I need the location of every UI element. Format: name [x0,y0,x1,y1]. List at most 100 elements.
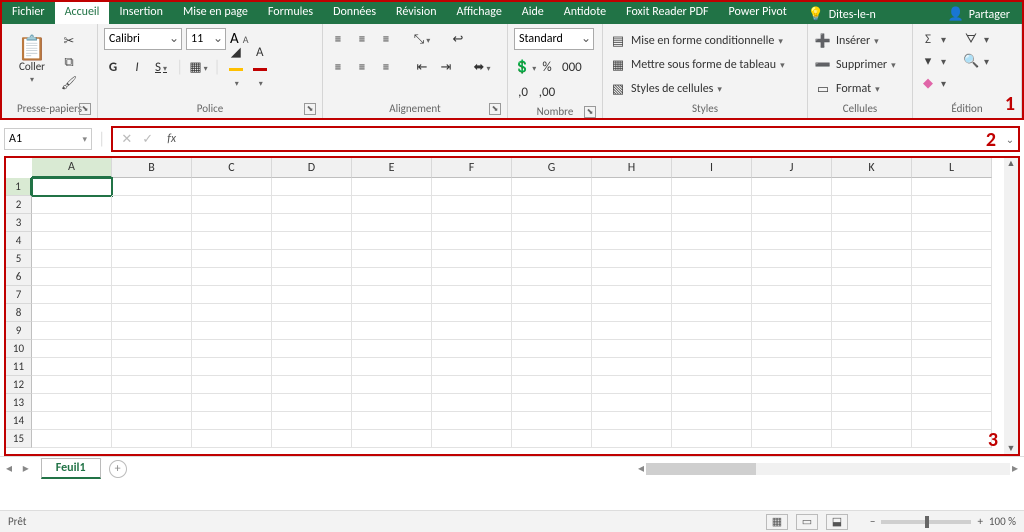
cell-C9[interactable] [192,322,272,340]
cell-L10[interactable] [912,340,992,358]
font-size-select[interactable]: 11 [186,28,226,50]
cell-I5[interactable] [672,250,752,268]
column-header-B[interactable]: B [112,158,192,178]
cell-E7[interactable] [352,286,432,304]
row-header-1[interactable]: 1 [6,178,32,196]
orientation-button[interactable]: ⤡ [413,32,431,47]
tab-view[interactable]: Affichage [447,2,512,24]
cell-A13[interactable] [32,394,112,412]
number-format-select[interactable]: Standard [514,28,594,50]
cell-I9[interactable] [672,322,752,340]
align-left-button[interactable]: ≡ [329,60,347,75]
zoom-control[interactable]: − + 100 % [870,515,1016,528]
conditional-formatting-button[interactable]: ▤ Mise en forme conditionnelle▾ [609,30,783,52]
formula-input[interactable] [176,128,1002,150]
cell-E4[interactable] [352,232,432,250]
decrease-decimal-button[interactable]: ,00 [538,85,556,100]
borders-button[interactable]: ▦ [189,60,207,75]
cell-A14[interactable] [32,412,112,430]
cell-F5[interactable] [432,250,512,268]
wrap-text-button[interactable]: ↩ [449,32,467,47]
vertical-scrollbar[interactable]: ▲▼ [1004,158,1018,454]
cell-B9[interactable] [112,322,192,340]
cell-D13[interactable] [272,394,352,412]
expand-formula-bar-button[interactable]: ⌄ [1002,133,1018,146]
cell-A5[interactable] [32,250,112,268]
delete-cells-button[interactable]: ➖ Supprimer▾ [814,54,896,76]
cell-H5[interactable] [592,250,672,268]
font-launcher[interactable]: ⬊ [304,103,316,115]
cell-A7[interactable] [32,286,112,304]
insert-function-button[interactable]: fx [167,132,176,146]
format-cells-button[interactable]: ▭ Format▾ [814,78,880,100]
cell-I14[interactable] [672,412,752,430]
increase-decimal-button[interactable]: ,0 [514,85,532,100]
row-header-3[interactable]: 3 [6,214,32,232]
cell-F12[interactable] [432,376,512,394]
cell-K4[interactable] [832,232,912,250]
cell-E10[interactable] [352,340,432,358]
cell-D1[interactable] [272,178,352,196]
cell-B15[interactable] [112,430,192,448]
cell-B2[interactable] [112,196,192,214]
cell-K12[interactable] [832,376,912,394]
tab-antidote[interactable]: Antidote [554,2,616,24]
column-header-L[interactable]: L [912,158,992,178]
cell-E8[interactable] [352,304,432,322]
cell-C11[interactable] [192,358,272,376]
tab-review[interactable]: Révision [386,2,446,24]
cell-A3[interactable] [32,214,112,232]
fill-color-button[interactable]: ◢ [227,45,245,90]
cell-E2[interactable] [352,196,432,214]
cell-K10[interactable] [832,340,912,358]
cell-B4[interactable] [112,232,192,250]
cell-H7[interactable] [592,286,672,304]
tab-formulas[interactable]: Formules [258,2,323,24]
cell-I11[interactable] [672,358,752,376]
font-name-select[interactable]: Calibri [104,28,182,50]
tab-help[interactable]: Aide [512,2,554,24]
underline-button[interactable]: S [152,60,170,75]
cell-B13[interactable] [112,394,192,412]
cell-B11[interactable] [112,358,192,376]
horizontal-scrollbar[interactable]: ◂▸ [638,461,1018,476]
row-header-9[interactable]: 9 [6,322,32,340]
cell-I6[interactable] [672,268,752,286]
increase-indent-button[interactable]: ⇥ [437,60,455,75]
cell-D3[interactable] [272,214,352,232]
cell-G5[interactable] [512,250,592,268]
share-button[interactable]: 👤 Partager [937,2,1022,24]
row-header-15[interactable]: 15 [6,430,32,448]
cell-L3[interactable] [912,214,992,232]
cell-B3[interactable] [112,214,192,232]
cell-D6[interactable] [272,268,352,286]
row-header-5[interactable]: 5 [6,250,32,268]
view-page-break-button[interactable]: ⬓ [826,514,848,530]
cell-I8[interactable] [672,304,752,322]
cell-C15[interactable] [192,430,272,448]
cell-L7[interactable] [912,286,992,304]
cell-K7[interactable] [832,286,912,304]
align-center-button[interactable]: ≡ [353,60,371,75]
cell-K3[interactable] [832,214,912,232]
cell-L1[interactable] [912,178,992,196]
cell-L15[interactable] [912,430,992,448]
column-header-C[interactable]: C [192,158,272,178]
cell-I10[interactable] [672,340,752,358]
cell-L13[interactable] [912,394,992,412]
cell-D4[interactable] [272,232,352,250]
cell-J11[interactable] [752,358,832,376]
cell-A9[interactable] [32,322,112,340]
cell-C13[interactable] [192,394,272,412]
cell-F4[interactable] [432,232,512,250]
cell-E11[interactable] [352,358,432,376]
clear-button[interactable]: ◆ [919,74,937,92]
row-header-6[interactable]: 6 [6,268,32,286]
cell-L14[interactable] [912,412,992,430]
cell-F10[interactable] [432,340,512,358]
cell-F3[interactable] [432,214,512,232]
cell-K14[interactable] [832,412,912,430]
cell-L8[interactable] [912,304,992,322]
sort-filter-button[interactable]: ᗊ [962,30,980,48]
insert-cells-button[interactable]: ➕ Insérer▾ [814,30,879,52]
